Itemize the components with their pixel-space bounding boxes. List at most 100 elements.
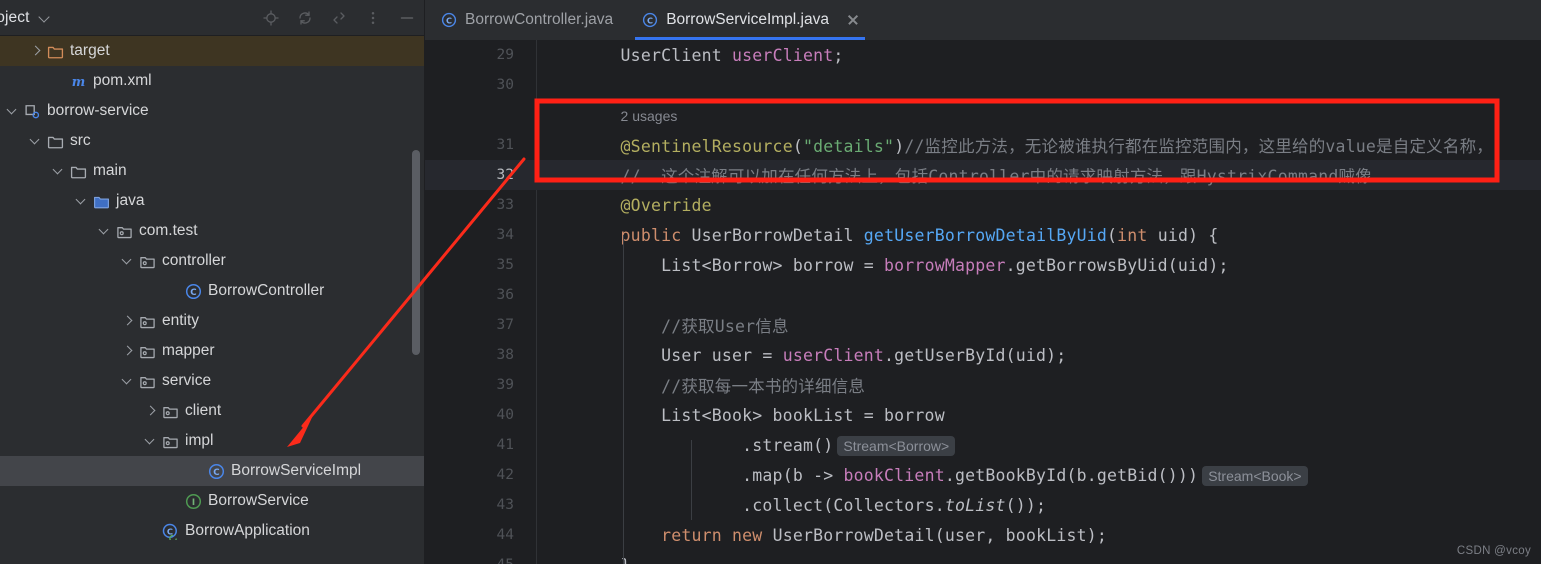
line-number[interactable]: 30 [425, 77, 536, 93]
locate-icon[interactable] [263, 10, 279, 26]
chevron-down-icon[interactable] [6, 104, 20, 118]
code-text: .stream() Stream<Borrow> [536, 435, 1541, 456]
svg-text:C: C [213, 468, 219, 478]
tree-item-borrowservice[interactable]: I BorrowService [0, 486, 425, 516]
tree-item-label: entity [162, 312, 200, 330]
code-line: 43 .collect(Collectors.toList()); [425, 490, 1541, 520]
chevron-down-icon[interactable] [29, 134, 43, 148]
code-token: userClient [732, 45, 834, 65]
module-icon [25, 104, 40, 118]
code-text: // 这个注解可以加在任何方法上，包括Controller中的请求映射方法，跟H… [536, 163, 1541, 187]
tree-item-borrowcontroller[interactable]: C BorrowController [0, 276, 425, 306]
chevron-right-icon[interactable] [121, 314, 135, 328]
line-number[interactable]: 35 [425, 257, 536, 273]
tree-item-entity[interactable]: entity [0, 306, 425, 336]
line-number[interactable]: 31 [425, 137, 536, 153]
line-number[interactable]: 37 [425, 317, 536, 333]
code-token: User user = [661, 345, 783, 365]
code-text: .map(b -> bookClient.getBookById(b.getBi… [536, 465, 1541, 486]
tree-item-com-test[interactable]: com.test [0, 216, 425, 246]
chevron-down-icon[interactable] [75, 194, 89, 208]
folder-icon [47, 136, 64, 148]
svg-text:C: C [446, 15, 452, 25]
tree-item-main[interactable]: main [0, 156, 425, 186]
line-number[interactable]: 42 [425, 467, 536, 483]
tree-item-target[interactable]: target [0, 36, 425, 66]
line-number[interactable]: 44 [425, 527, 536, 543]
code-line: 38 User user = userClient.getUserById(ui… [425, 340, 1541, 370]
line-number[interactable]: 45 [425, 557, 536, 564]
code-token: @Override [620, 195, 712, 215]
interface-icon: I [185, 493, 202, 509]
code-editor[interactable]: 29 UserClient userClient; 30 2 usages 31 @… [425, 40, 1541, 564]
code-line: 2 usages [425, 100, 1541, 130]
sidebar-scrollbar[interactable] [412, 150, 420, 355]
tree-twisty-spacer [167, 494, 181, 508]
chevron-down-icon[interactable] [121, 374, 135, 388]
tree-item-borrowserviceimpl[interactable]: C BorrowServiceImpl [0, 456, 425, 486]
code-token: "details" [802, 137, 895, 156]
chevron-down-icon[interactable] [121, 254, 135, 268]
tree-item-impl[interactable]: impl [0, 426, 425, 456]
editor-tab-2[interactable]: C BorrowServiceImpl.java [626, 0, 874, 40]
line-number[interactable]: 39 [425, 377, 536, 393]
chevron-down-icon[interactable] [144, 434, 158, 448]
more-options-icon[interactable] [365, 10, 381, 26]
tree-item-controller[interactable]: controller [0, 246, 425, 276]
tree-item-borrow-service[interactable]: borrow-service [0, 96, 425, 126]
code-line: 31 @SentinelResource("details")//监控此方法，无… [425, 130, 1541, 160]
tree-item-src[interactable]: src [0, 126, 425, 156]
tree-item-java[interactable]: java [0, 186, 425, 216]
tree-item-borrowapplication[interactable]: C BorrowApplication [0, 516, 425, 546]
code-token: (user, bookList); [934, 525, 1108, 545]
line-number[interactable]: 34 [425, 227, 536, 243]
code-token: .getBookById(b.getBid())) [944, 465, 1199, 485]
package-icon [140, 256, 155, 268]
class-icon: C [208, 463, 225, 479]
code-line: 40 List<Book> bookList = borrow [425, 400, 1541, 430]
tree-item-label: main [93, 162, 127, 180]
chevron-down-icon[interactable] [98, 224, 112, 238]
line-number[interactable]: 29 [425, 47, 536, 63]
code-line: 29 UserClient userClient; [425, 40, 1541, 70]
line-number[interactable]: 36 [425, 287, 536, 303]
code-text: User user = userClient.getUserById(uid); [536, 346, 1541, 365]
chevron-right-icon[interactable] [121, 344, 135, 358]
tree-item-client[interactable]: client [0, 396, 425, 426]
line-number[interactable]: 32 [425, 167, 536, 183]
chevron-down-icon[interactable] [52, 164, 66, 178]
tree-item-mapper[interactable]: mapper [0, 336, 425, 366]
line-number[interactable]: 43 [425, 497, 536, 513]
minimize-icon[interactable] [399, 10, 415, 26]
line-number[interactable]: 38 [425, 347, 536, 363]
expand-icon[interactable] [331, 10, 347, 26]
svg-text:C: C [647, 15, 653, 25]
chevron-down-icon[interactable] [39, 12, 51, 24]
editor-tab-1[interactable]: C BorrowController.java [425, 0, 626, 40]
tree-twisty-spacer [144, 524, 158, 538]
code-token: UserBorrowDetail [772, 525, 935, 545]
tree-item-label: service [162, 372, 212, 390]
tree-item-pom-xml[interactable]: m pom.xml [0, 66, 425, 96]
editor-area: C BorrowController.java C BorrowServiceImpl… [425, 0, 1541, 564]
close-icon[interactable] [845, 12, 861, 28]
line-number[interactable]: 33 [425, 197, 536, 213]
line-number[interactable]: 41 [425, 437, 536, 453]
chevron-right-icon[interactable] [29, 44, 43, 58]
refresh-icon[interactable] [297, 10, 313, 26]
tree-item-service[interactable]: service [0, 366, 425, 396]
tree-twisty-spacer [167, 284, 181, 298]
project-tree[interactable]: target m pom.xml borrow-service src main java c… [0, 36, 425, 564]
line-number[interactable]: 40 [425, 407, 536, 423]
tree-item-label: com.test [139, 222, 198, 240]
code-token: .getUserById(uid); [884, 345, 1067, 365]
tree-item-label: BorrowService [208, 492, 309, 510]
chevron-right-icon[interactable] [144, 404, 158, 418]
code-line: 36 [425, 280, 1541, 310]
code-token: borrowMapper [884, 255, 1006, 275]
